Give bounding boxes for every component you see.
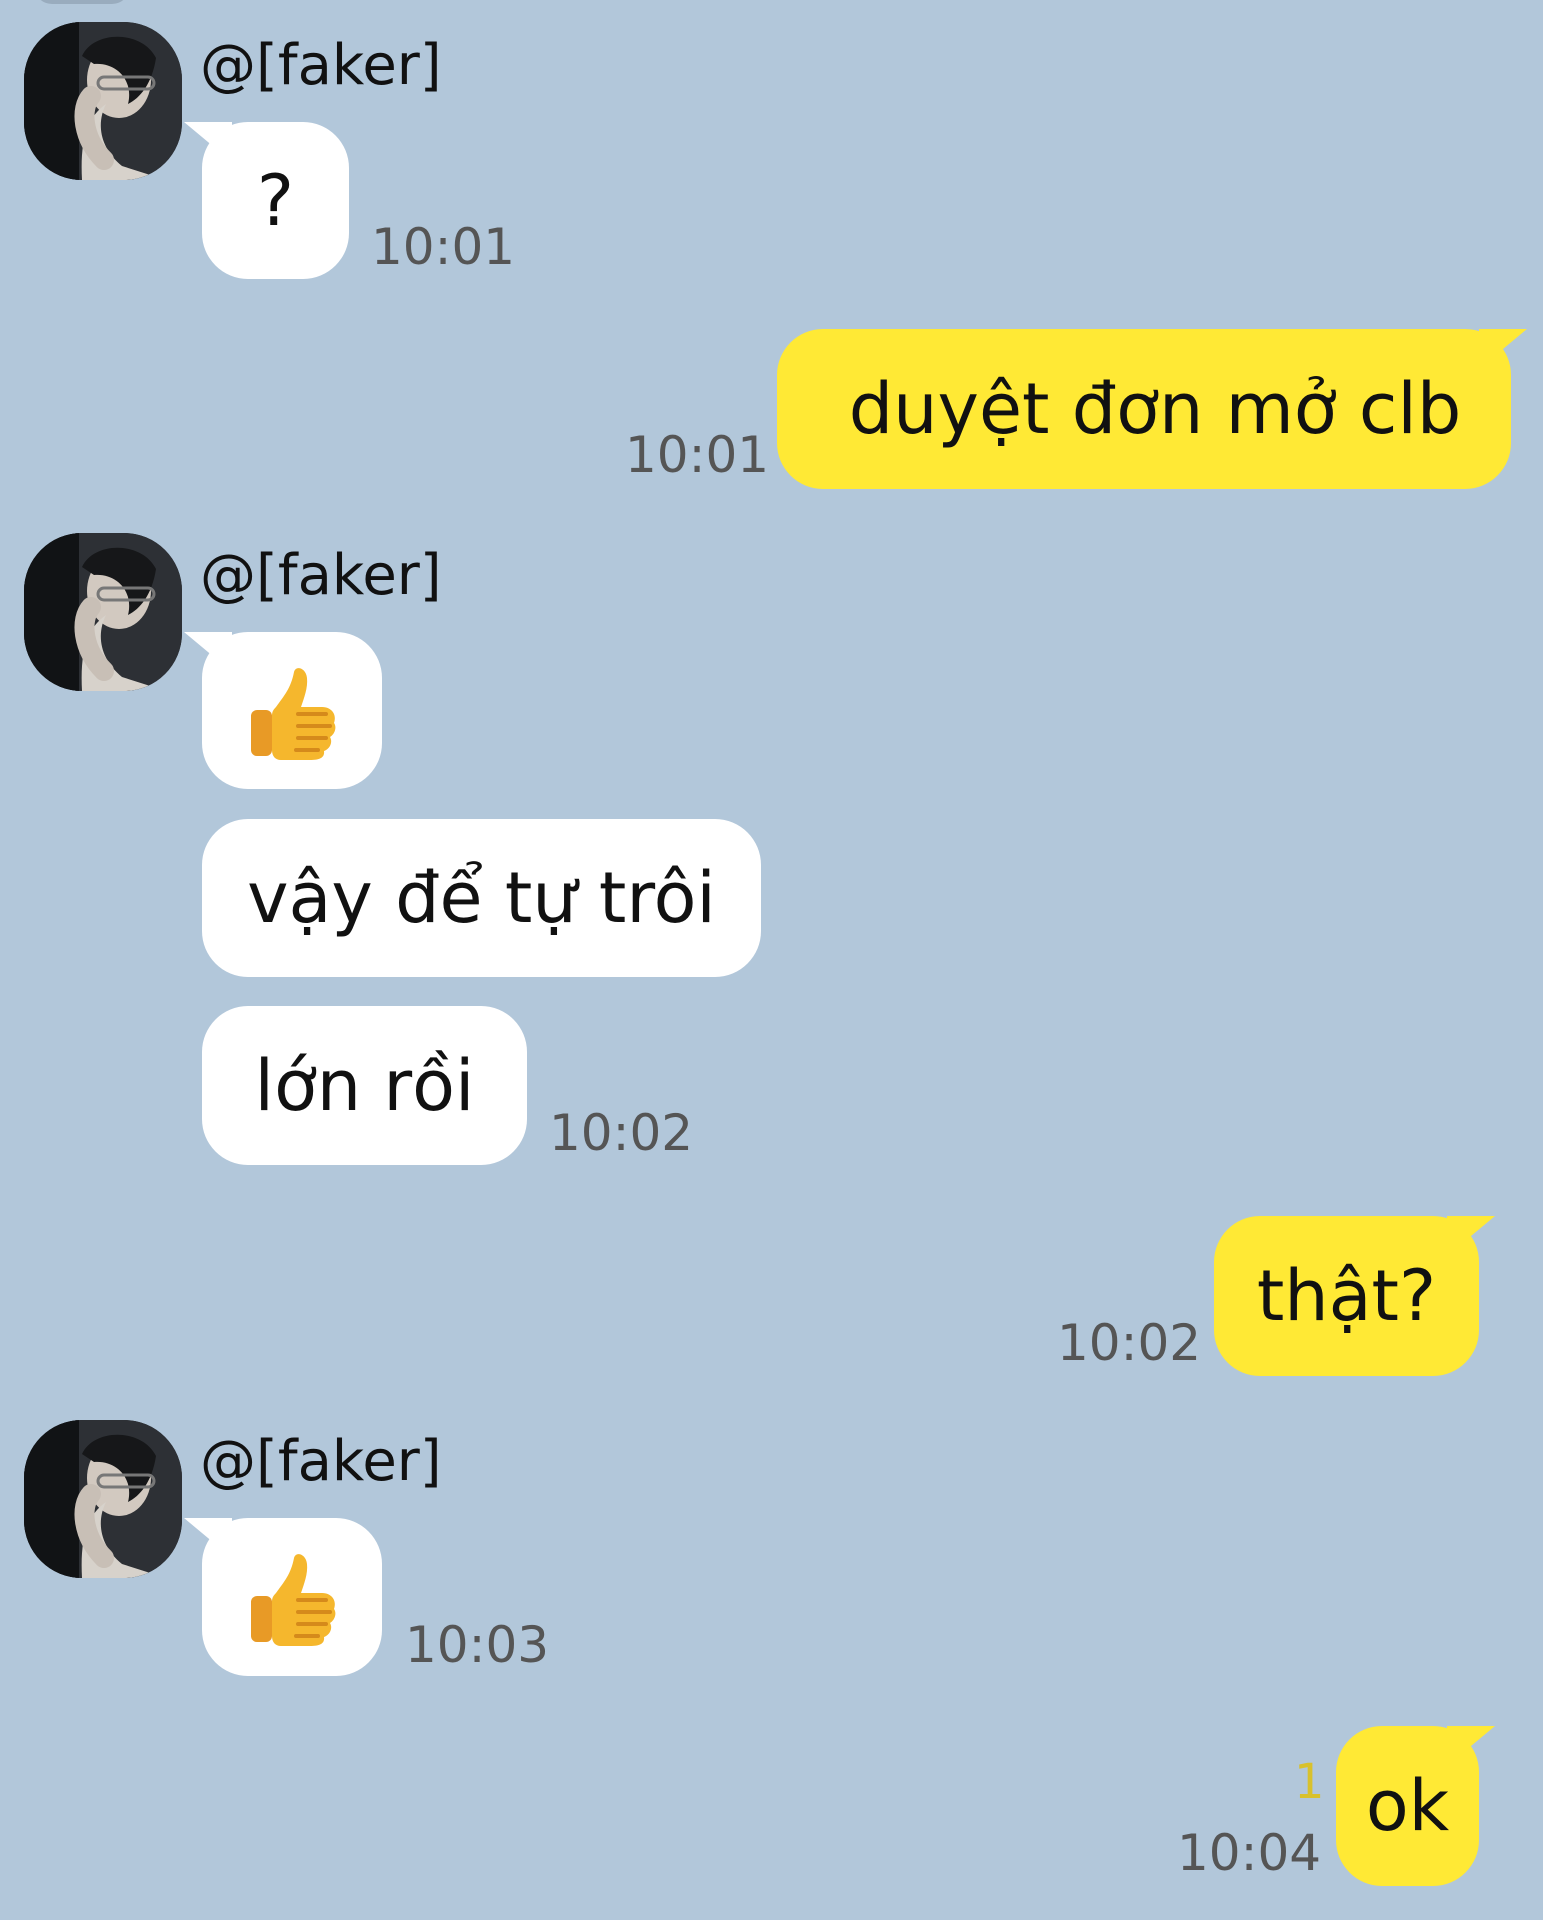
- chat-screen: @[faker] ? 10:01 10:01 duyệt đơn mở clb …: [0, 0, 1543, 1920]
- outgoing-message-bubble[interactable]: duyệt đơn mở clb: [777, 329, 1511, 489]
- incoming-message-bubble[interactable]: vậy để tự trôi: [202, 819, 761, 977]
- incoming-message-bubble[interactable]: lớn rồi: [202, 1006, 527, 1165]
- outgoing-message-bubble[interactable]: ok: [1336, 1726, 1479, 1886]
- sender-name: @[faker]: [200, 543, 442, 608]
- unread-count: 1: [1294, 1754, 1325, 1810]
- message-text: vậy để tự trôi: [247, 857, 716, 939]
- profile-photo: [24, 1420, 182, 1578]
- sender-name: @[faker]: [200, 1429, 442, 1494]
- sender-avatar[interactable]: [24, 1420, 182, 1578]
- message-time: 10:02: [549, 1104, 694, 1162]
- message-text: ?: [256, 159, 295, 242]
- message-time: 10:01: [625, 426, 770, 484]
- message-text: duyệt đơn mở clb: [848, 368, 1462, 450]
- partial-avatar-edge: [34, 0, 130, 4]
- outgoing-message-bubble[interactable]: thật?: [1214, 1216, 1479, 1376]
- thumbs-up-icon: [251, 667, 336, 760]
- message-time: 10:04: [1177, 1824, 1322, 1882]
- profile-photo: [24, 533, 182, 691]
- message-text: lớn rồi: [254, 1044, 475, 1127]
- message-text: ok: [1365, 1765, 1450, 1847]
- sender-avatar[interactable]: [24, 533, 182, 691]
- incoming-reaction-bubble[interactable]: [202, 1518, 382, 1676]
- message-time: 10:03: [405, 1616, 550, 1674]
- incoming-message-bubble[interactable]: ?: [202, 122, 349, 279]
- profile-photo: [24, 22, 182, 180]
- message-time: 10:01: [371, 218, 516, 276]
- sender-name: @[faker]: [200, 33, 442, 98]
- sender-avatar[interactable]: [24, 22, 182, 180]
- message-text: thật?: [1256, 1255, 1437, 1337]
- message-time: 10:02: [1057, 1314, 1202, 1372]
- thumbs-up-icon: [251, 1554, 336, 1646]
- incoming-reaction-bubble[interactable]: [202, 632, 382, 789]
